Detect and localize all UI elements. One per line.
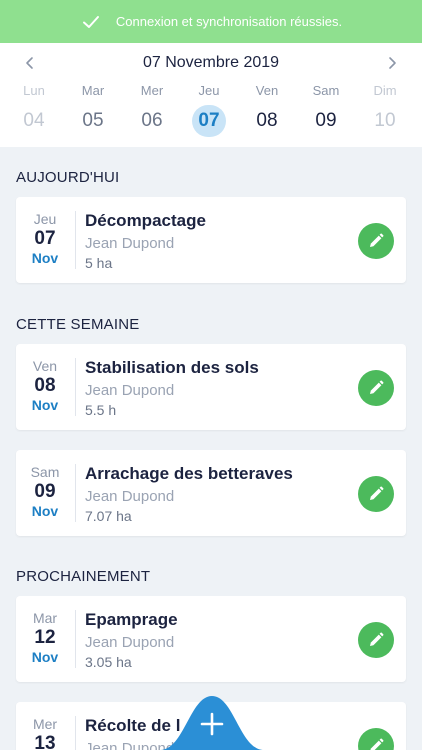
chevron-left-icon[interactable] — [18, 51, 42, 75]
pencil-icon — [370, 233, 384, 247]
pencil-icon — [370, 486, 384, 500]
task-quantity: 7.07 ha — [85, 508, 132, 524]
month-navigation: 07 Novembre 2019 — [0, 51, 422, 75]
pencil-icon — [370, 380, 384, 394]
task-day-name: Jeu — [33, 211, 57, 227]
pencil-icon — [370, 738, 384, 750]
task-month: Nov — [31, 250, 59, 266]
task-info: Décompactage Jean Dupond 5 ha — [85, 209, 345, 273]
day-number: 04 — [23, 110, 45, 131]
task-quantity: 5.5 h — [85, 402, 117, 418]
add-task-button[interactable] — [160, 688, 264, 750]
section-title-upcoming: PROCHAINEMENT — [16, 568, 151, 585]
day-name: Sam — [312, 83, 340, 98]
task-quantity: 3.05 ha — [85, 654, 132, 670]
day-name: Dim — [373, 83, 397, 98]
day-number: 10 — [374, 110, 396, 131]
section-title-today: AUJOURD'HUI — [16, 169, 120, 186]
day-lun[interactable]: Lun 04 — [4, 81, 64, 141]
day-ven[interactable]: Ven 08 — [237, 81, 297, 141]
edit-button[interactable] — [358, 476, 394, 512]
task-day-name: Ven — [32, 358, 58, 374]
task-month: Nov — [31, 397, 59, 413]
divider — [75, 211, 76, 269]
task-day-name: Sam — [30, 464, 60, 480]
divider — [75, 358, 76, 416]
task-date: Mer 13 — [16, 716, 74, 750]
day-name: Mer — [140, 83, 164, 98]
week-calendar: 07 Novembre 2019 Lun 04 Mar 05 Mer 06 Je… — [0, 43, 422, 147]
divider — [75, 716, 76, 750]
plus-icon — [200, 712, 224, 736]
day-number: 06 — [141, 110, 163, 131]
edit-button[interactable] — [358, 223, 394, 259]
task-card[interactable]: Jeu 07 Nov Décompactage Jean Dupond 5 ha — [16, 197, 406, 283]
day-mar[interactable]: Mar 05 — [63, 81, 123, 141]
task-day-number: 09 — [34, 481, 56, 502]
edit-button[interactable] — [358, 622, 394, 658]
day-mer[interactable]: Mer 06 — [122, 81, 182, 141]
day-number: 09 — [315, 110, 337, 131]
task-quantity: 5 ha — [85, 255, 113, 271]
task-date: Sam 09 Nov — [16, 464, 74, 520]
edit-button[interactable] — [358, 370, 394, 406]
task-month: Nov — [31, 649, 59, 665]
task-card[interactable]: Mar 12 Nov Epamprage Jean Dupond 3.05 ha — [16, 596, 406, 682]
task-title: Stabilisation des sols — [85, 358, 259, 377]
task-day-number: 13 — [34, 733, 56, 750]
task-person: Jean Dupond — [85, 488, 175, 505]
pencil-icon — [370, 632, 384, 646]
chevron-right-icon[interactable] — [380, 51, 404, 75]
task-person: Jean Dupond — [85, 382, 175, 399]
day-number: 08 — [256, 110, 278, 131]
days-row: Lun 04 Mar 05 Mer 06 Jeu 07 Ven 08 Sam 0… — [0, 81, 422, 141]
task-title: Arrachage des betteraves — [85, 464, 293, 483]
task-date: Ven 08 Nov — [16, 358, 74, 414]
day-number: 07 — [192, 105, 226, 137]
check-icon — [80, 11, 102, 33]
day-name: Mar — [81, 83, 105, 98]
day-name: Ven — [255, 83, 279, 98]
task-info: Arrachage des betteraves Jean Dupond 7.0… — [85, 462, 345, 526]
task-card[interactable]: Sam 09 Nov Arrachage des betteraves Jean… — [16, 450, 406, 536]
divider — [75, 464, 76, 522]
task-title: Epamprage — [85, 610, 178, 629]
task-person: Jean Dupond — [85, 634, 175, 651]
section-title-this-week: CETTE SEMAINE — [16, 316, 140, 333]
sync-success-banner: Connexion et synchronisation réussies. — [0, 0, 422, 43]
task-person: Jean Dupond — [85, 235, 175, 252]
month-title: 07 Novembre 2019 — [142, 54, 280, 71]
task-info: Epamprage Jean Dupond 3.05 ha — [85, 608, 345, 672]
task-month: Nov — [31, 503, 59, 519]
edit-button[interactable] — [358, 728, 394, 750]
day-sam[interactable]: Sam 09 — [296, 81, 356, 141]
day-dim[interactable]: Dim 10 — [355, 81, 415, 141]
day-number: 05 — [82, 110, 104, 131]
banner-text: Connexion et synchronisation réussies. — [115, 14, 343, 29]
task-day-number: 07 — [34, 228, 56, 249]
day-name: Lun — [23, 83, 45, 98]
task-card[interactable]: Ven 08 Nov Stabilisation des sols Jean D… — [16, 344, 406, 430]
day-jeu-selected[interactable]: Jeu 07 — [179, 81, 239, 141]
task-date: Jeu 07 Nov — [16, 211, 74, 267]
divider — [75, 610, 76, 668]
task-title: Décompactage — [85, 211, 206, 230]
task-day-number: 08 — [34, 375, 56, 396]
day-name: Jeu — [198, 83, 220, 98]
task-info: Stabilisation des sols Jean Dupond 5.5 h — [85, 356, 345, 420]
task-day-number: 12 — [34, 627, 56, 648]
task-day-name: Mar — [32, 610, 58, 626]
task-date: Mar 12 Nov — [16, 610, 74, 666]
task-day-name: Mer — [32, 716, 58, 732]
